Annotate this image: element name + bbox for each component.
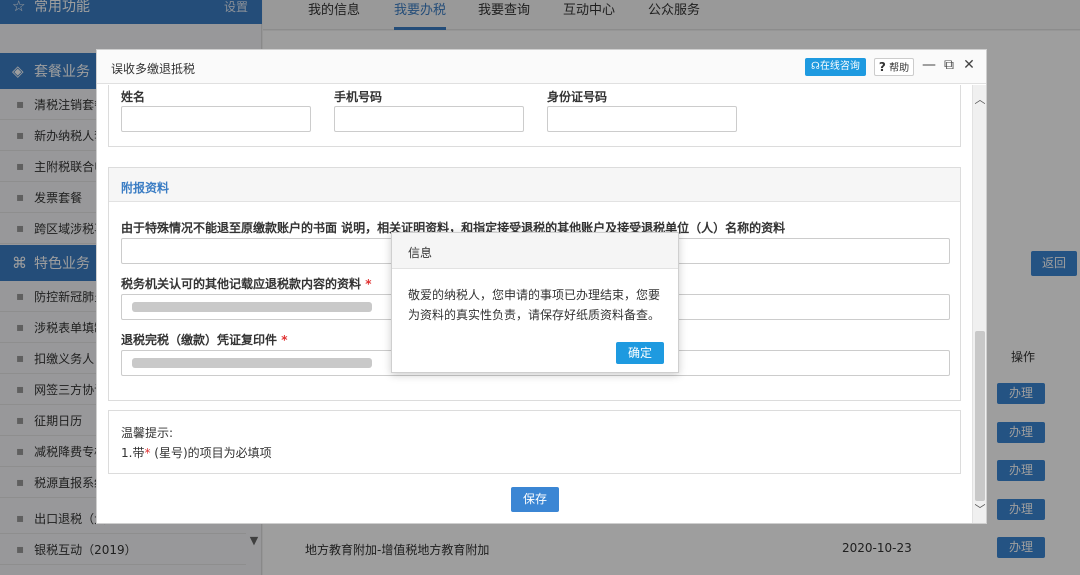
dialog-scrollbar[interactable]: ︿ ﹀ xyxy=(972,85,986,523)
required-mark: * xyxy=(365,277,372,291)
tips-title: 温馨提示: xyxy=(121,426,174,440)
dialog-title: 误收多缴退抵税 xyxy=(111,62,196,76)
id-number-input[interactable] xyxy=(547,106,737,132)
redacted-text xyxy=(132,302,372,312)
id-label: 身份证号码 xyxy=(547,90,608,104)
phone-label: 手机号码 xyxy=(334,90,383,104)
message-body: 敬爱的纳税人，您申请的事项已办理结束，您要为资料的真实性负责，请保存好纸质资料备… xyxy=(408,288,661,322)
redacted-text xyxy=(132,358,372,368)
confirm-button[interactable]: 确定 xyxy=(616,342,664,364)
message-title: 信息 xyxy=(408,246,433,260)
required-mark: * xyxy=(281,333,288,347)
scroll-down-icon[interactable]: ﹀ xyxy=(973,501,987,517)
message-titlebar: 信息 xyxy=(392,233,678,269)
attachment-label-2: 税务机关认可的其他记载应退税款内容的资料 * xyxy=(121,277,372,291)
contact-section: 姓名 手机号码 身份证号码 xyxy=(108,85,961,147)
question-icon: ? xyxy=(878,60,886,74)
minimize-icon[interactable]: — xyxy=(921,57,937,73)
headset-icon: ☊ xyxy=(811,61,820,72)
scroll-thumb[interactable] xyxy=(975,331,985,501)
scroll-up-icon[interactable]: ︿ xyxy=(973,91,987,107)
save-button[interactable]: 保存 xyxy=(511,487,559,512)
close-icon[interactable]: ✕ xyxy=(961,57,977,73)
dialog-titlebar: 误收多缴退抵税 ☊在线咨询 ? 帮助 — ⧉ ✕ xyxy=(97,50,986,84)
phone-input[interactable] xyxy=(334,106,524,132)
help-button[interactable]: ? 帮助 xyxy=(874,58,914,76)
maximize-icon[interactable]: ⧉ xyxy=(941,57,957,73)
name-label: 姓名 xyxy=(121,90,146,104)
tips-section: 温馨提示: 1.带* (星号)的项目为必填项 xyxy=(108,410,961,474)
online-consult-button[interactable]: ☊在线咨询 xyxy=(805,58,866,76)
name-input[interactable] xyxy=(121,106,311,132)
info-message-box: 信息 敬爱的纳税人，您申请的事项已办理结束，您要为资料的真实性负责，请保存好纸质… xyxy=(391,232,679,373)
tips-line: 1.带* (星号)的项目为必填项 xyxy=(121,446,272,460)
attachment-label-3: 退税完税（缴款）凭证复印件 * xyxy=(121,333,288,347)
attachments-header: 附报资料 xyxy=(109,168,960,202)
